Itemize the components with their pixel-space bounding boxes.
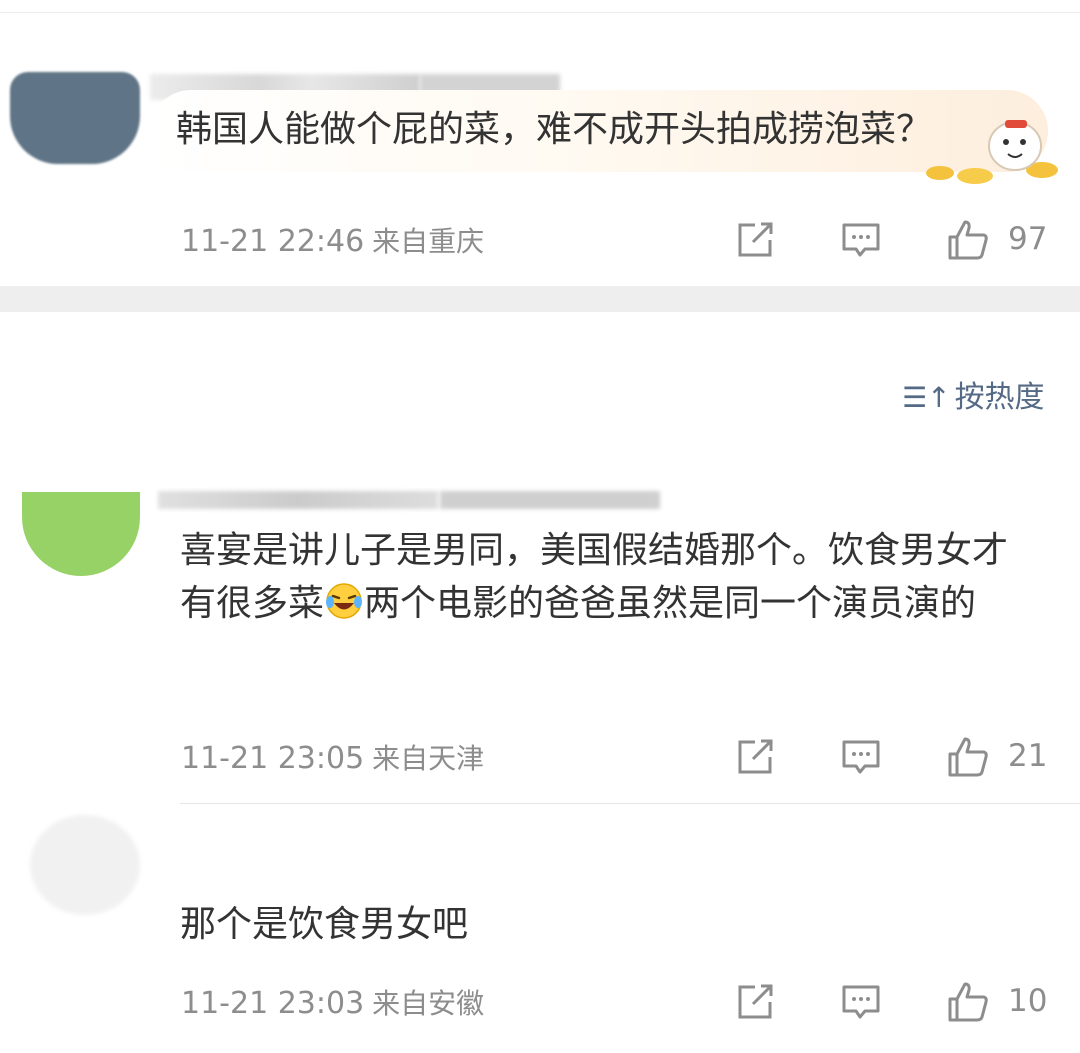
comment-location: 来自安徽 (372, 987, 485, 1020)
username-redacted (158, 491, 438, 509)
section-separator (0, 286, 1080, 312)
share-icon[interactable] (735, 220, 775, 260)
laughing-crying-emoji-icon (326, 583, 363, 619)
share-icon[interactable] (735, 737, 775, 777)
like-icon[interactable] (946, 218, 990, 262)
comment-icon[interactable] (841, 982, 881, 1022)
sort-by-hot-button[interactable]: ☰↑ 按热度 (902, 372, 1045, 416)
avatar[interactable] (30, 815, 140, 915)
like-count: 10 (1008, 983, 1048, 1019)
bubble-mascot-decoration (926, 120, 1058, 184)
sort-label: 按热度 (954, 380, 1045, 415)
comment-time: 11-21 22:46 (181, 224, 365, 259)
share-icon[interactable] (735, 982, 775, 1022)
like-icon[interactable] (946, 735, 990, 779)
top-divider (0, 12, 1080, 13)
sort-icon: ☰↑ (902, 381, 951, 414)
comment-meta: 11-21 22:46 来自重庆 (181, 220, 484, 260)
comment-location: 来自天津 (372, 742, 485, 775)
comment-text: 韩国人能做个屁的菜，难不成开头拍成捞泡菜？ (176, 109, 933, 150)
comment-text-part: 两个电影的爸爸虽然是同一个演员演的 (364, 583, 977, 624)
comment-icon[interactable] (841, 737, 881, 777)
avatar[interactable] (22, 492, 140, 576)
username-redacted (440, 491, 660, 509)
comment-time: 11-21 23:03 (181, 986, 365, 1021)
avatar[interactable] (10, 72, 140, 164)
comment-text: 喜宴是讲儿子是男同，美国假结婚那个。饮食男女才有很多菜 两个电影的爸爸虽然是同一… (180, 524, 1040, 630)
comment-time: 11-21 23:05 (181, 741, 365, 776)
like-count: 21 (1008, 738, 1048, 774)
comment-meta: 11-21 23:03 来自安徽 (181, 982, 484, 1022)
like-count: 97 (1008, 221, 1048, 257)
comment-icon[interactable] (841, 220, 881, 260)
comment-text: 那个是饮食男女吧 (180, 904, 469, 945)
comment-meta: 11-21 23:05 来自天津 (181, 737, 484, 777)
like-icon[interactable] (946, 980, 990, 1024)
comment-divider (180, 803, 1080, 804)
comment-location: 来自重庆 (372, 225, 485, 258)
